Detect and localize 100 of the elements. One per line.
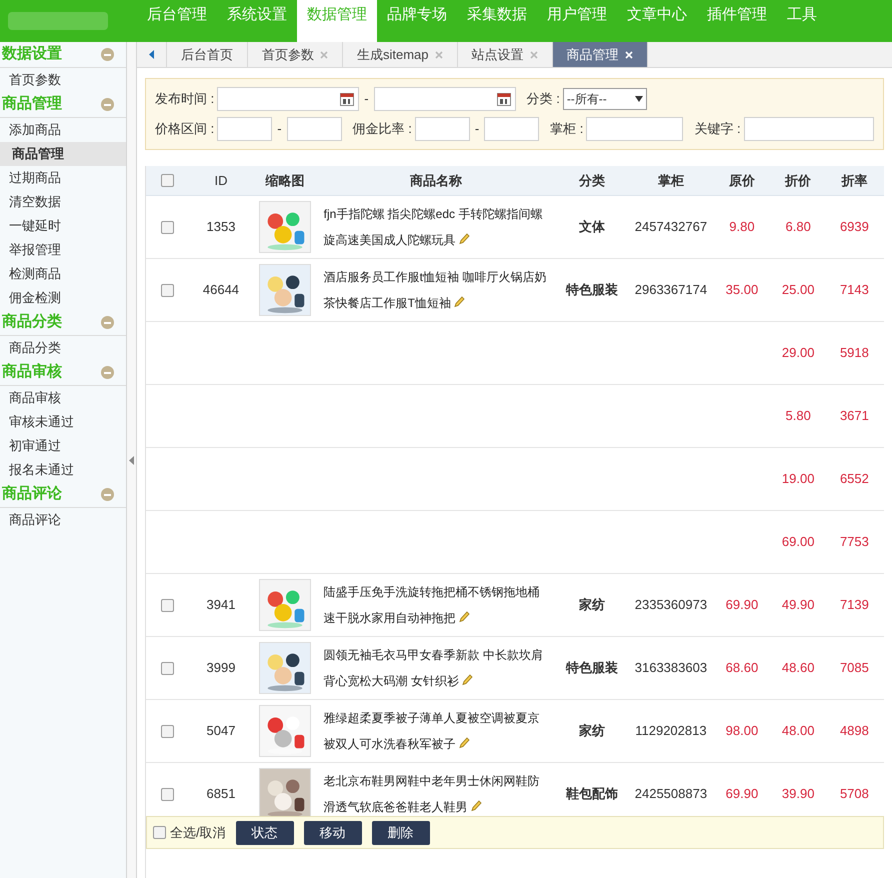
table-cell-text: 9.80 — [729, 218, 755, 236]
commission-max-field[interactable] — [484, 117, 540, 141]
scroll-left-icon[interactable] — [149, 50, 154, 59]
category-select[interactable]: --所有-- — [562, 88, 647, 110]
table-cell-text: 鞋包配饰 — [566, 785, 618, 804]
row-checkbox[interactable] — [161, 662, 174, 674]
tab[interactable]: 商品管理 — [552, 42, 648, 67]
minus-icon[interactable] — [101, 48, 114, 61]
pencil-icon[interactable] — [458, 233, 470, 245]
sidebar-item[interactable]: 商品管理 — [0, 142, 126, 166]
sidebar-item[interactable]: 过期商品 — [0, 166, 126, 190]
table-cell-text: 6552 — [840, 470, 869, 488]
range-dash: - — [474, 120, 480, 138]
table-cell-text: 48.00 — [782, 722, 814, 740]
calendar-icon — [496, 92, 511, 106]
sidebar-item[interactable]: 商品分类 — [0, 336, 126, 360]
table-cell-text: 19.00 — [782, 470, 814, 488]
minus-icon[interactable] — [101, 488, 114, 501]
table-cell-text: 29.00 — [782, 344, 814, 362]
row-checkbox[interactable] — [161, 284, 174, 296]
product-name-link[interactable]: 陆盛手压免手洗旋转拖把桶不锈钢拖地桶速干脱水家用自动神拖把 — [324, 579, 551, 631]
table-cell-text: 48.60 — [782, 659, 814, 678]
table-cell-text: 6.80 — [786, 218, 811, 236]
keyword-field[interactable] — [744, 117, 874, 141]
shop-field[interactable] — [586, 117, 684, 141]
sidebar-item[interactable]: 一键延时 — [0, 214, 126, 238]
product-name-link[interactable]: 圆领无袖毛衣马甲女春季新款 中长款坎肩背心宽松大码潮 女针织衫 — [324, 642, 551, 694]
action-button[interactable]: 状态 — [236, 820, 294, 844]
row-checkbox[interactable] — [161, 788, 174, 800]
table-cell-text: 家纺 — [579, 596, 606, 614]
table-cell-text: 7753 — [840, 533, 869, 552]
sidebar-item[interactable]: 检测商品 — [0, 262, 126, 286]
sidebar-item[interactable]: 商品评论 — [0, 508, 126, 532]
pencil-icon[interactable] — [458, 737, 470, 749]
table-cell-text: 特色服装 — [566, 281, 618, 300]
commission-min-field[interactable] — [414, 117, 470, 141]
select-all-label[interactable]: 全选/取消 — [170, 822, 226, 842]
column-header: 折价 — [785, 172, 812, 190]
filter-label: 分类 : — [526, 90, 560, 108]
action-button[interactable]: 移动 — [304, 820, 362, 844]
sidebar-item[interactable]: 清空数据 — [0, 190, 126, 214]
pencil-icon[interactable] — [470, 800, 482, 812]
table-cell-text: 6851 — [206, 785, 236, 804]
select-all-checkbox[interactable] — [153, 826, 166, 839]
table-cell-text: 69.00 — [782, 533, 814, 552]
table-cell-text: 2963367174 — [634, 281, 708, 300]
table-cell-text: 5047 — [206, 722, 236, 740]
table-cell-text: 98.00 — [726, 722, 758, 740]
sidebar-item[interactable]: 佣金检测 — [0, 286, 126, 310]
tab[interactable]: 站点设置 — [458, 42, 553, 67]
product-name-link[interactable]: 酒店服务员工作服t恤短袖 咖啡厅火锅店奶茶快餐店工作服T恤短袖 — [324, 264, 551, 316]
column-header: 商品名称 — [410, 172, 462, 190]
date-field[interactable] — [374, 87, 516, 111]
table-cell-text: 69.90 — [726, 596, 758, 614]
sidebar-item[interactable]: 初审通过 — [0, 434, 126, 458]
sidebar-item[interactable]: 首页参数 — [0, 68, 126, 92]
table-cell-text: 3671 — [840, 407, 869, 426]
pencil-icon[interactable] — [462, 674, 473, 686]
sidebar-item[interactable]: 报名未通过 — [0, 458, 126, 482]
column-header: ID — [214, 172, 228, 190]
table-cell-text: 5.80 — [786, 407, 811, 426]
action-button[interactable]: 删除 — [372, 820, 430, 844]
table-cell-text: 35.00 — [726, 281, 758, 300]
row-checkbox[interactable] — [161, 598, 174, 612]
price-min-field[interactable] — [217, 117, 272, 141]
sidebar-item[interactable]: 商品审核 — [0, 386, 126, 410]
filter-label: 价格区间 : — [155, 120, 214, 138]
price-max-field[interactable] — [286, 117, 342, 141]
table-cell-text: 4898 — [840, 722, 869, 740]
minus-icon[interactable] — [101, 366, 114, 379]
filter-label: 掌柜 : — [550, 120, 584, 138]
column-header: 原价 — [728, 172, 755, 190]
table-cell-text: 6939 — [840, 218, 869, 236]
pencil-icon[interactable] — [458, 611, 470, 623]
table-cell-text: 5708 — [840, 785, 869, 804]
table-cell-text: 7085 — [840, 659, 869, 678]
table-cell-text: 46644 — [202, 281, 240, 300]
table-cell-text: 1353 — [206, 218, 236, 236]
product-name-link[interactable]: 雅绿超柔夏季被子薄单人夏被空调被夏京被双人可水洗春秋军被子 — [324, 705, 551, 757]
table-cell-text: 49.90 — [782, 596, 814, 614]
minus-icon[interactable] — [101, 98, 114, 111]
table-cell-text: 68.60 — [726, 659, 758, 678]
collapse-icon[interactable] — [129, 456, 134, 464]
date-field[interactable] — [217, 87, 360, 111]
sidebar-item[interactable]: 添加商品 — [0, 118, 126, 142]
row-checkbox[interactable] — [161, 220, 174, 234]
header-checkbox[interactable] — [161, 174, 174, 187]
sidebar-item[interactable]: 审核未通过 — [0, 410, 126, 434]
product-name-link[interactable]: fjn手指陀螺 指尖陀螺edc 手转陀螺指间螺旋高速美国成人陀螺玩具 — [324, 201, 551, 253]
table-cell-text: 3999 — [206, 659, 236, 678]
product-name-link[interactable]: 老北京布鞋男网鞋中老年男士休闲网鞋防滑透气软底爸爸鞋老人鞋男 — [324, 768, 551, 816]
table-cell-text: 家纺 — [579, 722, 606, 740]
filter-label: 发布时间 : — [155, 90, 214, 108]
pencil-icon[interactable] — [454, 296, 465, 308]
minus-icon[interactable] — [101, 316, 114, 329]
sidebar-item[interactable]: 举报管理 — [0, 238, 126, 262]
range-dash: - — [277, 120, 282, 138]
table-cell-text: 25.00 — [782, 281, 814, 300]
row-checkbox[interactable] — [161, 724, 174, 738]
column-header: 缩略图 — [266, 172, 305, 190]
